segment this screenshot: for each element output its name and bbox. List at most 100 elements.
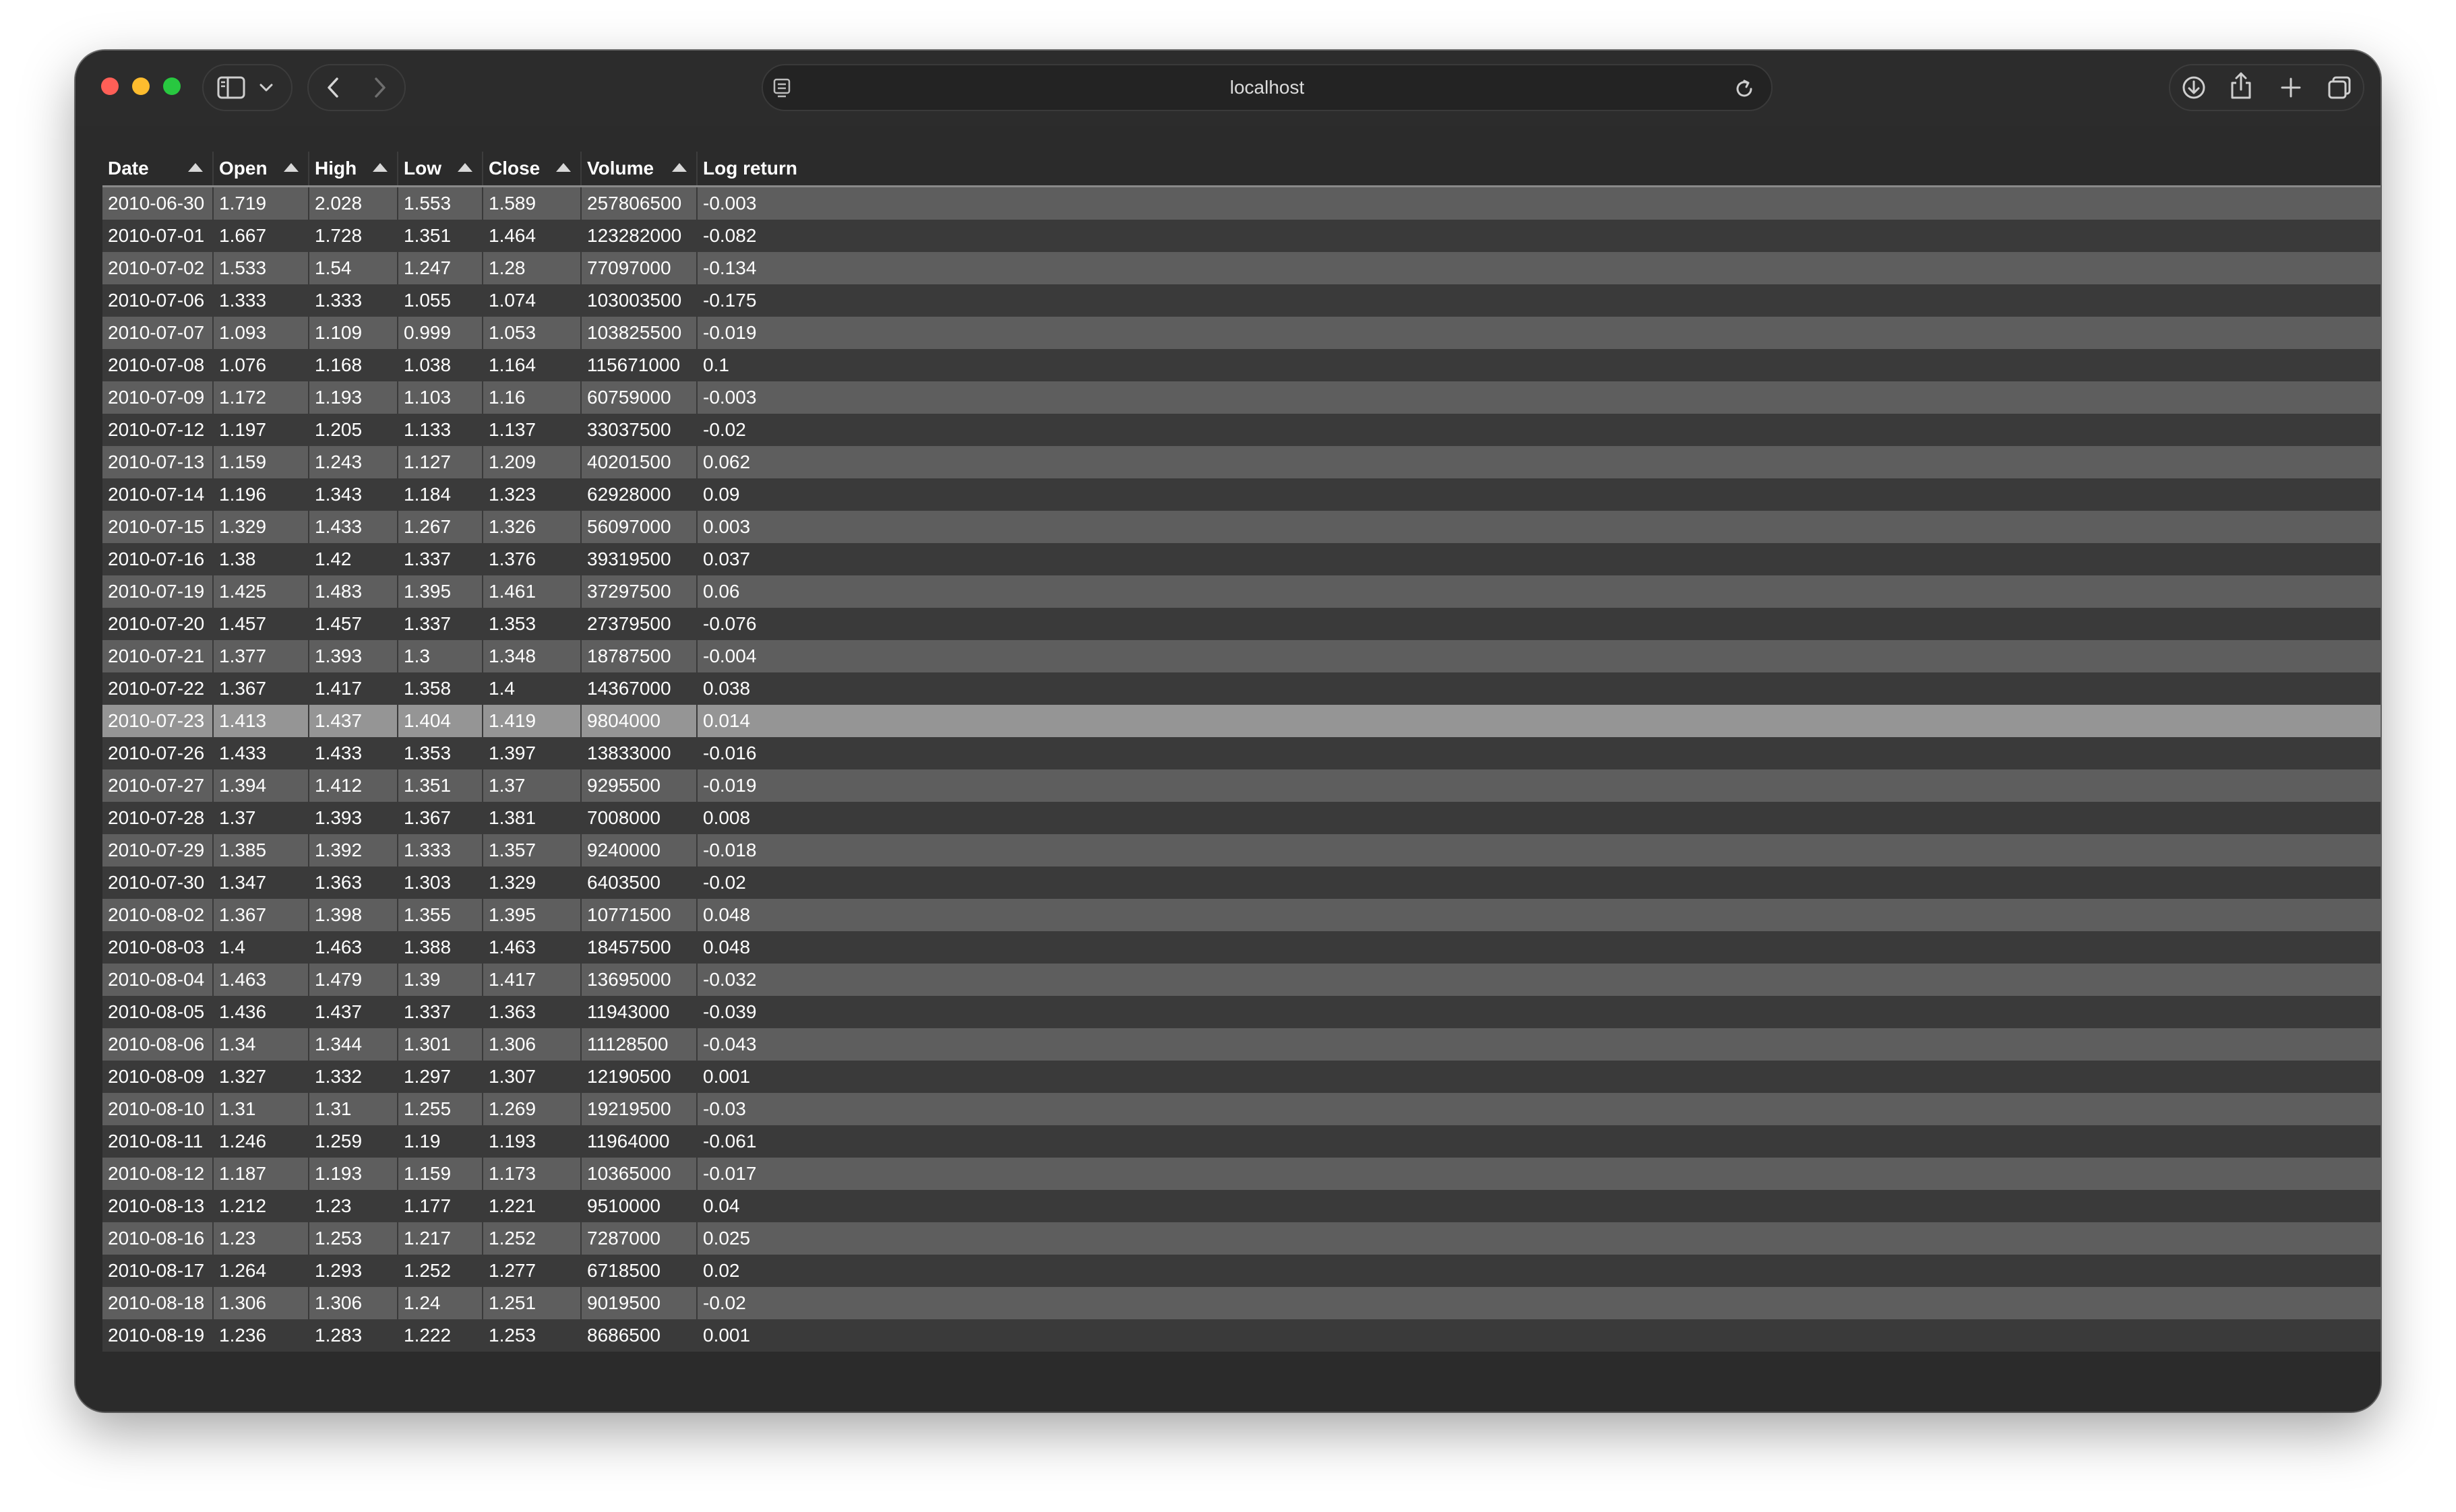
cell-date: 2010-07-23 bbox=[102, 705, 214, 737]
cell-open: 1.329 bbox=[213, 511, 309, 543]
cell-low: 1.255 bbox=[398, 1093, 483, 1125]
table-row[interactable]: 2010-07-08 1.076 1.168 1.038 1.164 115671000 0… bbox=[102, 349, 2381, 381]
share-icon[interactable] bbox=[2230, 71, 2252, 100]
cell-high: 1.332 bbox=[309, 1061, 398, 1093]
minimize-window-button[interactable] bbox=[132, 77, 150, 95]
table-row[interactable]: 2010-08-02 1.367 1.398 1.355 1.395 10771500 0.… bbox=[102, 899, 2381, 931]
cell-log-return: -0.02 bbox=[703, 1292, 746, 1313]
table-row[interactable]: 2010-07-01 1.667 1.728 1.351 1.464 123282000-… bbox=[102, 220, 2381, 252]
address-bar[interactable]: localhost bbox=[762, 64, 1773, 111]
table-row[interactable]: 2010-07-06 1.333 1.333 1.055 1.074 103003500-… bbox=[102, 284, 2381, 317]
table-row[interactable]: 2010-07-09 1.172 1.193 1.103 1.16 60759000 -0.… bbox=[102, 381, 2381, 414]
window-bottom-bar bbox=[75, 1364, 2381, 1412]
forward-icon[interactable] bbox=[369, 76, 390, 99]
sort-asc-icon[interactable] bbox=[672, 163, 687, 172]
cell-open: 1.377 bbox=[213, 640, 309, 672]
table-row[interactable]: 2010-08-19 1.236 1.283 1.222 1.253 8686500 0.0… bbox=[102, 1319, 2381, 1352]
cell-date: 2010-08-16 bbox=[102, 1222, 214, 1255]
cell-high: 1.433 bbox=[309, 511, 398, 543]
table-row[interactable]: 2010-08-03 1.4 1.463 1.388 1.463 18457500 0.04… bbox=[102, 931, 2381, 964]
cell-high: 1.259 bbox=[309, 1125, 398, 1158]
table-row[interactable]: 2010-07-15 1.329 1.433 1.267 1.326 56097000 0.… bbox=[102, 511, 2381, 543]
cell-date: 2010-07-20 bbox=[102, 608, 214, 640]
cell-open: 1.093 bbox=[213, 317, 309, 349]
table-row[interactable]: 2010-07-22 1.367 1.417 1.358 1.4 14367000 0.03… bbox=[102, 672, 2381, 705]
table-row[interactable]: 2010-08-13 1.212 1.23 1.177 1.221 9510000 0.04 bbox=[102, 1190, 2381, 1222]
sort-asc-icon[interactable] bbox=[458, 163, 472, 172]
cell-date: 2010-07-16 bbox=[102, 543, 214, 575]
download-icon[interactable] bbox=[2181, 75, 2207, 100]
table-row[interactable]: 2010-07-13 1.159 1.243 1.127 1.209 40201500 0.… bbox=[102, 446, 2381, 478]
table-row[interactable]: 2010-07-12 1.197 1.205 1.133 1.137 33037500 -0… bbox=[102, 414, 2381, 446]
column-header-low[interactable]: Low bbox=[398, 152, 483, 187]
cell-low: 1.297 bbox=[398, 1061, 483, 1093]
cell-high: 1.193 bbox=[309, 381, 398, 414]
cell-high: 1.23 bbox=[309, 1190, 398, 1222]
table-row[interactable]: 2010-08-12 1.187 1.193 1.159 1.173 10365000 -0… bbox=[102, 1158, 2381, 1190]
cell-open: 1.076 bbox=[213, 349, 309, 381]
column-header-date[interactable]: Date bbox=[102, 152, 214, 187]
table-row[interactable]: 2010-08-04 1.463 1.479 1.39 1.417 13695000 -0.… bbox=[102, 964, 2381, 996]
cell-open: 1.172 bbox=[213, 381, 309, 414]
table-row[interactable]: 2010-07-19 1.425 1.483 1.395 1.461 37297500 0.… bbox=[102, 575, 2381, 608]
sort-asc-icon[interactable] bbox=[373, 163, 388, 172]
table-row[interactable]: 2010-07-29 1.385 1.392 1.333 1.357 9240000 -0.… bbox=[102, 834, 2381, 867]
table-row[interactable]: 2010-07-30 1.347 1.363 1.303 1.329 6403500 -0.… bbox=[102, 867, 2381, 899]
plus-icon[interactable] bbox=[2279, 76, 2302, 99]
table-row[interactable]: 2010-07-26 1.433 1.433 1.353 1.397 13833000 -0… bbox=[102, 737, 2381, 769]
cell-volume: 257806500 bbox=[581, 186, 698, 220]
chevron-down-icon[interactable] bbox=[259, 80, 274, 95]
cell-date: 2010-08-17 bbox=[102, 1255, 214, 1287]
table-row[interactable]: 2010-07-02 1.533 1.54 1.247 1.28 77097000 -0.1… bbox=[102, 252, 2381, 284]
cell-volume: 7008000 bbox=[581, 802, 698, 834]
cell-low: 1.358 bbox=[398, 672, 483, 705]
table-row[interactable]: 2010-07-20 1.457 1.457 1.337 1.353 27379500 -0… bbox=[102, 608, 2381, 640]
zoom-window-button[interactable] bbox=[163, 77, 181, 95]
table-row[interactable]: 2010-07-07 1.093 1.109 0.999 1.053 103825500-… bbox=[102, 317, 2381, 349]
column-header-high[interactable]: High bbox=[309, 152, 398, 187]
close-window-button[interactable] bbox=[101, 77, 119, 95]
cell-low: 1.19 bbox=[398, 1125, 483, 1158]
column-header-volume[interactable]: Volume bbox=[581, 152, 698, 187]
cell-close: 1.252 bbox=[483, 1222, 582, 1255]
back-icon[interactable] bbox=[324, 76, 344, 99]
table-row[interactable]: 2010-08-16 1.23 1.253 1.217 1.252 7287000 0.02… bbox=[102, 1222, 2381, 1255]
table-row[interactable]: 2010-08-11 1.246 1.259 1.19 1.193 11964000 -0.… bbox=[102, 1125, 2381, 1158]
table-row[interactable]: 2010-08-09 1.327 1.332 1.297 1.307 12190500 0.… bbox=[102, 1061, 2381, 1093]
cell-log-return: -0.004 bbox=[703, 645, 757, 666]
column-header-close[interactable]: Close bbox=[483, 152, 582, 187]
sort-asc-icon[interactable] bbox=[556, 163, 571, 172]
table-row[interactable]: 2010-07-21 1.377 1.393 1.3 1.348 18787500 -0.0… bbox=[102, 640, 2381, 672]
sort-asc-icon[interactable] bbox=[188, 163, 203, 172]
cell-low: 1.388 bbox=[398, 931, 483, 964]
column-header-open[interactable]: Open bbox=[213, 152, 309, 187]
column-header-log-return[interactable]: Log return bbox=[697, 152, 2381, 187]
cell-high: 1.437 bbox=[309, 996, 398, 1028]
cell-high: 1.393 bbox=[309, 802, 398, 834]
table-row[interactable]: 2010-08-10 1.31 1.31 1.255 1.269 19219500 -0.0… bbox=[102, 1093, 2381, 1125]
tabs-icon[interactable] bbox=[2327, 75, 2352, 100]
reload-icon[interactable] bbox=[1733, 78, 1755, 100]
table-row[interactable]: 2010-07-14 1.196 1.343 1.184 1.323 62928000 0.… bbox=[102, 478, 2381, 511]
table-row[interactable]: 2010-07-23 1.413 1.437 1.404 1.419 9804000 0.0… bbox=[102, 705, 2381, 737]
cell-log-return: 0.09 bbox=[703, 484, 740, 505]
cell-volume: 115671000 bbox=[581, 349, 698, 381]
table-row[interactable]: 2010-08-18 1.306 1.306 1.24 1.251 9019500 -0.0… bbox=[102, 1287, 2381, 1319]
table-row[interactable]: 2010-08-17 1.264 1.293 1.252 1.277 6718500 0.0… bbox=[102, 1255, 2381, 1287]
cell-close: 1.419 bbox=[483, 705, 582, 737]
cell-log-return: -0.02 bbox=[703, 419, 746, 440]
cell-date: 2010-08-19 bbox=[102, 1319, 214, 1352]
sort-asc-icon[interactable] bbox=[284, 163, 299, 172]
table-row[interactable]: 2010-07-27 1.394 1.412 1.351 1.37 9295500 -0.0… bbox=[102, 769, 2381, 802]
table-row[interactable]: 2010-07-16 1.38 1.42 1.337 1.376 39319500 0.03… bbox=[102, 543, 2381, 575]
table-row[interactable]: 2010-08-06 1.34 1.344 1.301 1.306 11128500 -0.… bbox=[102, 1028, 2381, 1061]
cell-date: 2010-08-18 bbox=[102, 1287, 214, 1319]
cell-high: 1.479 bbox=[309, 964, 398, 996]
sidebar-icon[interactable] bbox=[217, 76, 247, 99]
table-row[interactable]: 2010-06-30 1.719 2.028 1.553 1.589 257806500-… bbox=[102, 186, 2381, 220]
cell-volume: 27379500 bbox=[581, 608, 698, 640]
cell-close: 1.329 bbox=[483, 867, 582, 899]
table-row[interactable]: 2010-08-05 1.436 1.437 1.337 1.363 11943000 -0… bbox=[102, 996, 2381, 1028]
cell-close: 1.4 bbox=[483, 672, 582, 705]
table-row[interactable]: 2010-07-28 1.37 1.393 1.367 1.381 7008000 0.00… bbox=[102, 802, 2381, 834]
